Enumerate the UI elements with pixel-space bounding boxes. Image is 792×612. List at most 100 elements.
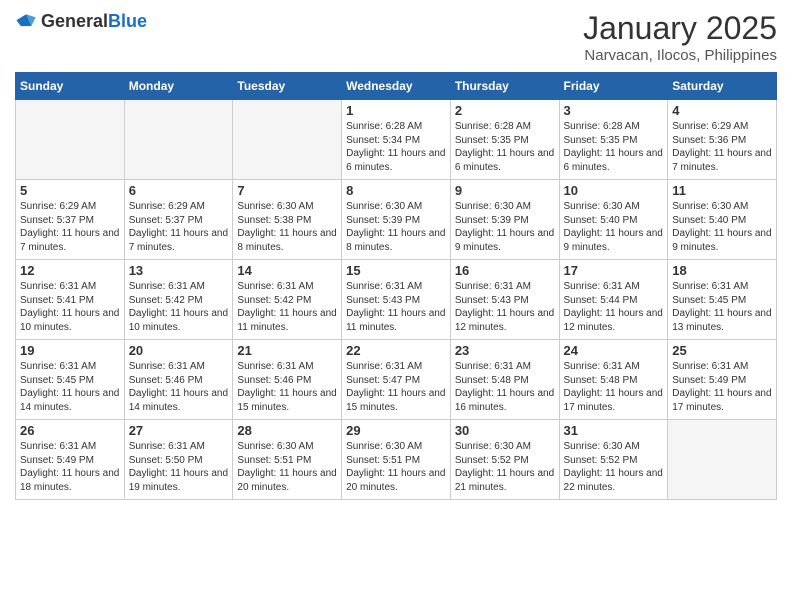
day-number: 12 xyxy=(20,263,120,278)
cell-text: Sunrise: 6:31 AMSunset: 5:49 PMDaylight:… xyxy=(672,360,772,414)
calendar-cell: 17Sunrise: 6:31 AMSunset: 5:44 PMDayligh… xyxy=(559,260,668,340)
cell-text: Sunrise: 6:31 AMSunset: 5:46 PMDaylight:… xyxy=(129,360,229,414)
day-number: 8 xyxy=(346,183,446,198)
weekday-header-monday: Monday xyxy=(124,73,233,100)
calendar-cell: 12 Sunrise: 6:31 AMSunset: 5:41 PMDayligh… xyxy=(16,260,125,340)
cell-text: Sunrise: 6:28 AMSunset: 5:35 PMDaylight:… xyxy=(564,120,664,174)
calendar-cell: 24 Sunrise: 6:31 AMSunset: 5:48 PMDayligh… xyxy=(559,340,668,420)
calendar-cell: 29 Sunrise: 6:30 AMSunset: 5:51 PMDayligh… xyxy=(342,420,451,500)
calendar-cell: 10Sunrise: 6:30 AMSunset: 5:40 PMDayligh… xyxy=(559,180,668,260)
cell-text: Sunrise: 6:30 AMSunset: 5:51 PMDaylight:… xyxy=(346,440,446,494)
day-number: 11 xyxy=(672,183,772,198)
day-number: 24 xyxy=(564,343,664,358)
calendar-cell: 28 Sunrise: 6:30 AMSunset: 5:51 PMDayligh… xyxy=(233,420,342,500)
day-number: 29 xyxy=(346,423,446,438)
cell-text: Sunrise: 6:29 AMSunset: 5:37 PMDaylight:… xyxy=(129,200,229,254)
cell-text: Sunrise: 6:31 AMSunset: 5:42 PMDaylight:… xyxy=(129,280,229,334)
calendar-cell xyxy=(16,100,125,180)
calendar-cell: 26Sunrise: 6:31 AMSunset: 5:49 PMDayligh… xyxy=(16,420,125,500)
weekday-header-tuesday: Tuesday xyxy=(233,73,342,100)
day-number: 17 xyxy=(564,263,664,278)
cell-text: Sunrise: 6:30 AMSunset: 5:39 PMDaylight:… xyxy=(455,200,555,254)
calendar-cell: 19 Sunrise: 6:31 AMSunset: 5:45 PMDayligh… xyxy=(16,340,125,420)
day-number: 19 xyxy=(20,343,120,358)
week-row-2: 5 Sunrise: 6:29 AMSunset: 5:37 PMDaylight… xyxy=(16,180,777,260)
week-row-5: 26Sunrise: 6:31 AMSunset: 5:49 PMDayligh… xyxy=(16,420,777,500)
day-number: 28 xyxy=(237,423,337,438)
day-number: 25 xyxy=(672,343,772,358)
logo-general-text: General xyxy=(41,11,108,31)
logo: GeneralBlue xyxy=(15,10,147,32)
calendar-cell: 8 Sunrise: 6:30 AMSunset: 5:39 PMDaylight… xyxy=(342,180,451,260)
calendar-cell: 30Sunrise: 6:30 AMSunset: 5:52 PMDayligh… xyxy=(450,420,559,500)
calendar-cell: 22 Sunrise: 6:31 AMSunset: 5:47 PMDayligh… xyxy=(342,340,451,420)
day-number: 16 xyxy=(455,263,555,278)
cell-text: Sunrise: 6:30 AMSunset: 5:40 PMDaylight:… xyxy=(672,200,772,254)
day-number: 20 xyxy=(129,343,229,358)
calendar-cell: 20 Sunrise: 6:31 AMSunset: 5:46 PMDayligh… xyxy=(124,340,233,420)
cell-text: Sunrise: 6:31 AMSunset: 5:50 PMDaylight:… xyxy=(129,440,229,494)
day-number: 13 xyxy=(129,263,229,278)
weekday-header-saturday: Saturday xyxy=(668,73,777,100)
calendar-cell: 25 Sunrise: 6:31 AMSunset: 5:49 PMDayligh… xyxy=(668,340,777,420)
logo-icon xyxy=(15,10,37,32)
calendar-cell: 14 Sunrise: 6:31 AMSunset: 5:42 PMDayligh… xyxy=(233,260,342,340)
week-row-3: 12 Sunrise: 6:31 AMSunset: 5:41 PMDayligh… xyxy=(16,260,777,340)
calendar-cell: 6 Sunrise: 6:29 AMSunset: 5:37 PMDaylight… xyxy=(124,180,233,260)
day-number: 21 xyxy=(237,343,337,358)
calendar-cell: 27 Sunrise: 6:31 AMSunset: 5:50 PMDayligh… xyxy=(124,420,233,500)
weekday-header-sunday: Sunday xyxy=(16,73,125,100)
calendar-cell: 7Sunrise: 6:30 AMSunset: 5:38 PMDaylight… xyxy=(233,180,342,260)
title-block: January 2025 Narvacan, Ilocos, Philippin… xyxy=(583,10,777,64)
calendar-table: SundayMondayTuesdayWednesdayThursdayFrid… xyxy=(15,72,777,500)
day-number: 1 xyxy=(346,103,446,118)
calendar-cell: 21Sunrise: 6:31 AMSunset: 5:46 PMDayligh… xyxy=(233,340,342,420)
calendar-cell xyxy=(233,100,342,180)
weekday-header-thursday: Thursday xyxy=(450,73,559,100)
calendar-cell: 5 Sunrise: 6:29 AMSunset: 5:37 PMDaylight… xyxy=(16,180,125,260)
day-number: 27 xyxy=(129,423,229,438)
cell-text: Sunrise: 6:28 AMSunset: 5:35 PMDaylight:… xyxy=(455,120,555,174)
cell-text: Sunrise: 6:30 AMSunset: 5:39 PMDaylight:… xyxy=(346,200,446,254)
calendar-cell xyxy=(668,420,777,500)
cell-text: Sunrise: 6:30 AMSunset: 5:51 PMDaylight:… xyxy=(237,440,337,494)
cell-text: Sunrise: 6:31 AMSunset: 5:47 PMDaylight:… xyxy=(346,360,446,414)
day-number: 23 xyxy=(455,343,555,358)
day-number: 22 xyxy=(346,343,446,358)
cell-text: Sunrise: 6:30 AMSunset: 5:52 PMDaylight:… xyxy=(455,440,555,494)
cell-text: Sunrise: 6:31 AMSunset: 5:45 PMDaylight:… xyxy=(672,280,772,334)
cell-text: Sunrise: 6:31 AMSunset: 5:45 PMDaylight:… xyxy=(20,360,120,414)
week-row-4: 19 Sunrise: 6:31 AMSunset: 5:45 PMDayligh… xyxy=(16,340,777,420)
cell-text: Sunrise: 6:31 AMSunset: 5:49 PMDaylight:… xyxy=(20,440,120,494)
cell-text: Sunrise: 6:31 AMSunset: 5:41 PMDaylight:… xyxy=(20,280,120,334)
calendar-cell: 13 Sunrise: 6:31 AMSunset: 5:42 PMDayligh… xyxy=(124,260,233,340)
cell-text: Sunrise: 6:28 AMSunset: 5:34 PMDaylight:… xyxy=(346,120,446,174)
logo-blue-text: Blue xyxy=(108,11,147,31)
weekday-header-row: SundayMondayTuesdayWednesdayThursdayFrid… xyxy=(16,73,777,100)
cell-text: Sunrise: 6:29 AMSunset: 5:37 PMDaylight:… xyxy=(20,200,120,254)
day-number: 14 xyxy=(237,263,337,278)
day-number: 31 xyxy=(564,423,664,438)
cell-text: Sunrise: 6:30 AMSunset: 5:38 PMDaylight:… xyxy=(237,200,337,254)
day-number: 4 xyxy=(672,103,772,118)
calendar-cell xyxy=(124,100,233,180)
calendar-cell: 31 Sunrise: 6:30 AMSunset: 5:52 PMDayligh… xyxy=(559,420,668,500)
calendar-cell: 3 Sunrise: 6:28 AMSunset: 5:35 PMDaylight… xyxy=(559,100,668,180)
cell-text: Sunrise: 6:30 AMSunset: 5:52 PMDaylight:… xyxy=(564,440,664,494)
cell-text: Sunrise: 6:31 AMSunset: 5:48 PMDaylight:… xyxy=(455,360,555,414)
cell-text: Sunrise: 6:31 AMSunset: 5:43 PMDaylight:… xyxy=(346,280,446,334)
page-header: GeneralBlue January 2025 Narvacan, Iloco… xyxy=(15,10,777,64)
day-number: 2 xyxy=(455,103,555,118)
calendar-cell: 15Sunrise: 6:31 AMSunset: 5:43 PMDayligh… xyxy=(342,260,451,340)
day-number: 6 xyxy=(129,183,229,198)
calendar-cell: 23 Sunrise: 6:31 AMSunset: 5:48 PMDayligh… xyxy=(450,340,559,420)
cell-text: Sunrise: 6:31 AMSunset: 5:42 PMDaylight:… xyxy=(237,280,337,334)
cell-text: Sunrise: 6:30 AMSunset: 5:40 PMDaylight:… xyxy=(564,200,664,254)
day-number: 3 xyxy=(564,103,664,118)
cell-text: Sunrise: 6:29 AMSunset: 5:36 PMDaylight:… xyxy=(672,120,772,174)
calendar-cell: 9Sunrise: 6:30 AMSunset: 5:39 PMDaylight… xyxy=(450,180,559,260)
calendar-cell: 16Sunrise: 6:31 AMSunset: 5:43 PMDayligh… xyxy=(450,260,559,340)
day-number: 5 xyxy=(20,183,120,198)
cell-text: Sunrise: 6:31 AMSunset: 5:48 PMDaylight:… xyxy=(564,360,664,414)
calendar-cell: 18Sunrise: 6:31 AMSunset: 5:45 PMDayligh… xyxy=(668,260,777,340)
